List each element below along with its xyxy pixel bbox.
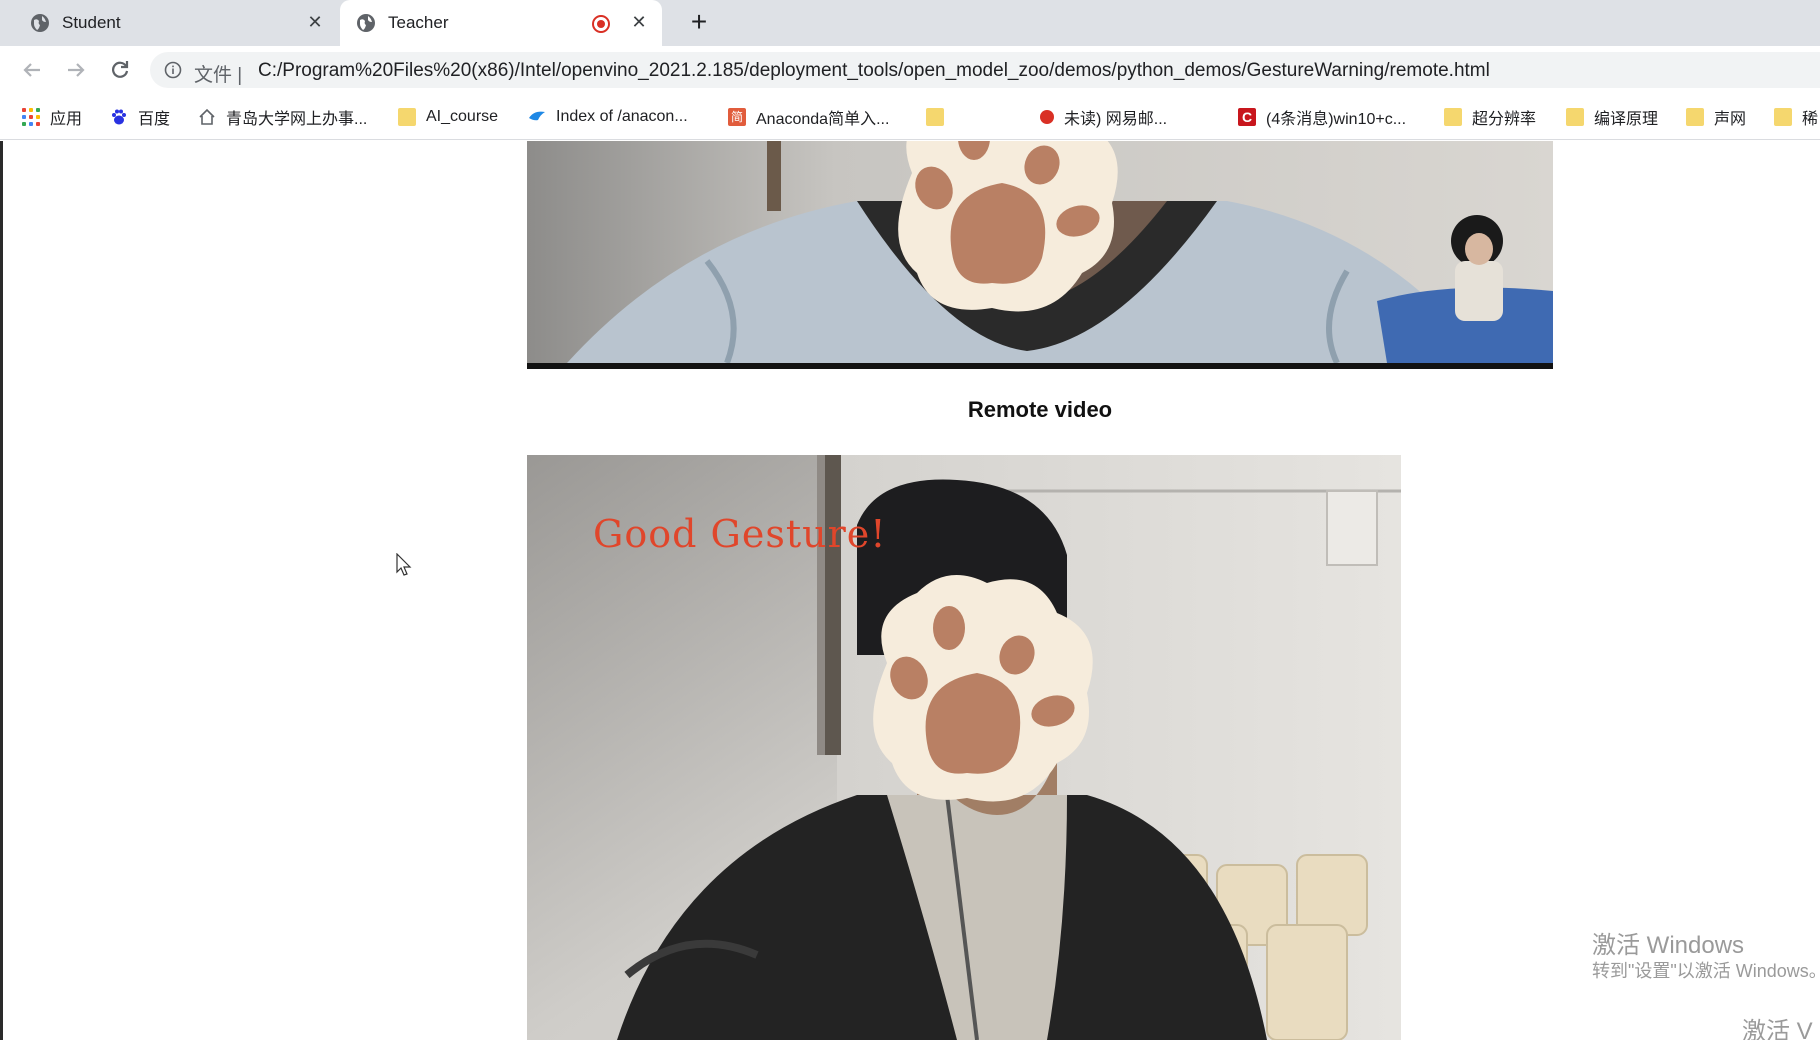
globe-icon xyxy=(31,14,49,32)
new-tab-button[interactable]: + xyxy=(684,8,714,38)
tab-teacher[interactable]: Teacher ✕ xyxy=(340,0,662,46)
recording-indicator-icon xyxy=(592,15,610,33)
bookmark-compiler[interactable]: 编译原理 xyxy=(1566,104,1658,130)
windows-watermark-line1: 激活 Windows xyxy=(1592,932,1745,959)
folder-icon xyxy=(398,108,416,126)
baidu-paw-icon xyxy=(112,109,126,125)
csdn-icon: C xyxy=(1238,108,1256,126)
folder-icon xyxy=(1444,108,1462,126)
info-icon[interactable] xyxy=(164,61,182,79)
bookmark-label: (4条消息)win10+c... xyxy=(1266,111,1407,128)
mouse-cursor-icon xyxy=(396,553,412,576)
back-button[interactable] xyxy=(18,56,46,84)
globe-icon xyxy=(357,14,375,32)
tab-title: Teacher xyxy=(388,13,449,32)
arrow-right-icon xyxy=(68,63,85,77)
bookmark-baidu[interactable]: 百度 xyxy=(110,104,170,130)
browser-toolbar: 文件 | C:/Program%20Files%20(x86)/Intel/op… xyxy=(0,46,1820,94)
remote-video-title: Remote video xyxy=(967,397,1113,422)
bookmark-anaconda-index[interactable]: Index of /anacon... xyxy=(528,104,688,130)
bookmark-label: 未读) 网易邮... xyxy=(1064,111,1168,128)
bookmark-folder[interactable] xyxy=(926,104,954,130)
page-content: Remote video Good Gesture! 激活 Windows 转到… xyxy=(0,141,1820,1040)
house-icon xyxy=(199,108,215,125)
bookmark-anaconda-intro[interactable]: 简 Anaconda简单入... xyxy=(728,104,889,130)
folder-icon xyxy=(1686,108,1704,126)
bookmark-label: 编译原理 xyxy=(1594,111,1659,128)
reload-icon xyxy=(112,61,129,78)
jian-icon: 简 xyxy=(728,108,746,126)
tab-title: Student xyxy=(62,13,121,32)
bookmark-label: 应用 xyxy=(50,111,83,128)
tab-strip: Student ✕ Teacher ✕ + xyxy=(0,0,1820,46)
bookmark-apps[interactable]: 应用 xyxy=(22,104,82,130)
local-video xyxy=(527,141,1553,369)
bookmark-label: 百度 xyxy=(138,111,171,128)
window-edge xyxy=(0,141,3,1040)
close-icon[interactable]: ✕ xyxy=(628,11,650,33)
bookmark-label: 青岛大学网上办事... xyxy=(226,111,368,128)
remote-video: Good Gesture! xyxy=(527,455,1401,1040)
tab-student[interactable]: Student ✕ xyxy=(8,0,338,46)
bookmark-qdu[interactable]: 青岛大学网上办事... xyxy=(198,104,367,130)
bookmark-netease-mail[interactable]: 未读) 网易邮... xyxy=(1040,104,1167,130)
folder-icon xyxy=(926,108,944,126)
reload-button[interactable] xyxy=(106,56,134,84)
bookmark-label: 声网 xyxy=(1714,111,1747,128)
windows-watermark-line2: 转到"设置"以激活 Windows。 xyxy=(1592,961,1820,981)
mail-icon xyxy=(1040,110,1054,124)
bookmark-ai-course[interactable]: AI_course xyxy=(398,104,498,130)
url-text[interactable]: C:/Program%20Files%20(x86)/Intel/openvin… xyxy=(258,60,1490,82)
bird-icon xyxy=(529,111,545,121)
bookmark-label: 稀 xyxy=(1802,111,1819,128)
bookmark-label: AI_course xyxy=(426,108,499,125)
url-scheme-label: 文件 | xyxy=(194,65,243,86)
bookmark-xi[interactable]: 稀 xyxy=(1774,104,1818,130)
address-bar[interactable]: 文件 | C:/Program%20Files%20(x86)/Intel/op… xyxy=(150,52,1820,88)
bookmark-label: Anaconda简单入... xyxy=(756,111,890,128)
remote-video-frame: Good Gesture! xyxy=(527,455,1401,1040)
apps-icon xyxy=(22,108,40,126)
windows-watermark-line3: 激活 V xyxy=(1742,1018,1813,1040)
bookmarks-bar: 应用 百度 青岛大学网上办事... AI_course Index of /an… xyxy=(0,94,1820,140)
bookmark-label: Index of /anacon... xyxy=(556,108,688,125)
bookmark-label: 超分辨率 xyxy=(1472,111,1537,128)
folder-icon xyxy=(1566,108,1584,126)
forward-button[interactable] xyxy=(62,56,90,84)
bookmark-csdn[interactable]: C (4条消息)win10+c... xyxy=(1238,104,1406,130)
close-icon[interactable]: ✕ xyxy=(304,11,326,33)
arrow-left-icon xyxy=(23,63,40,77)
folder-icon xyxy=(1774,108,1792,126)
bookmark-super-resolution[interactable]: 超分辨率 xyxy=(1444,104,1536,130)
local-video-frame xyxy=(527,141,1553,363)
overlay-text: Good Gesture! xyxy=(593,512,887,556)
bookmark-agora[interactable]: 声网 xyxy=(1686,104,1746,130)
